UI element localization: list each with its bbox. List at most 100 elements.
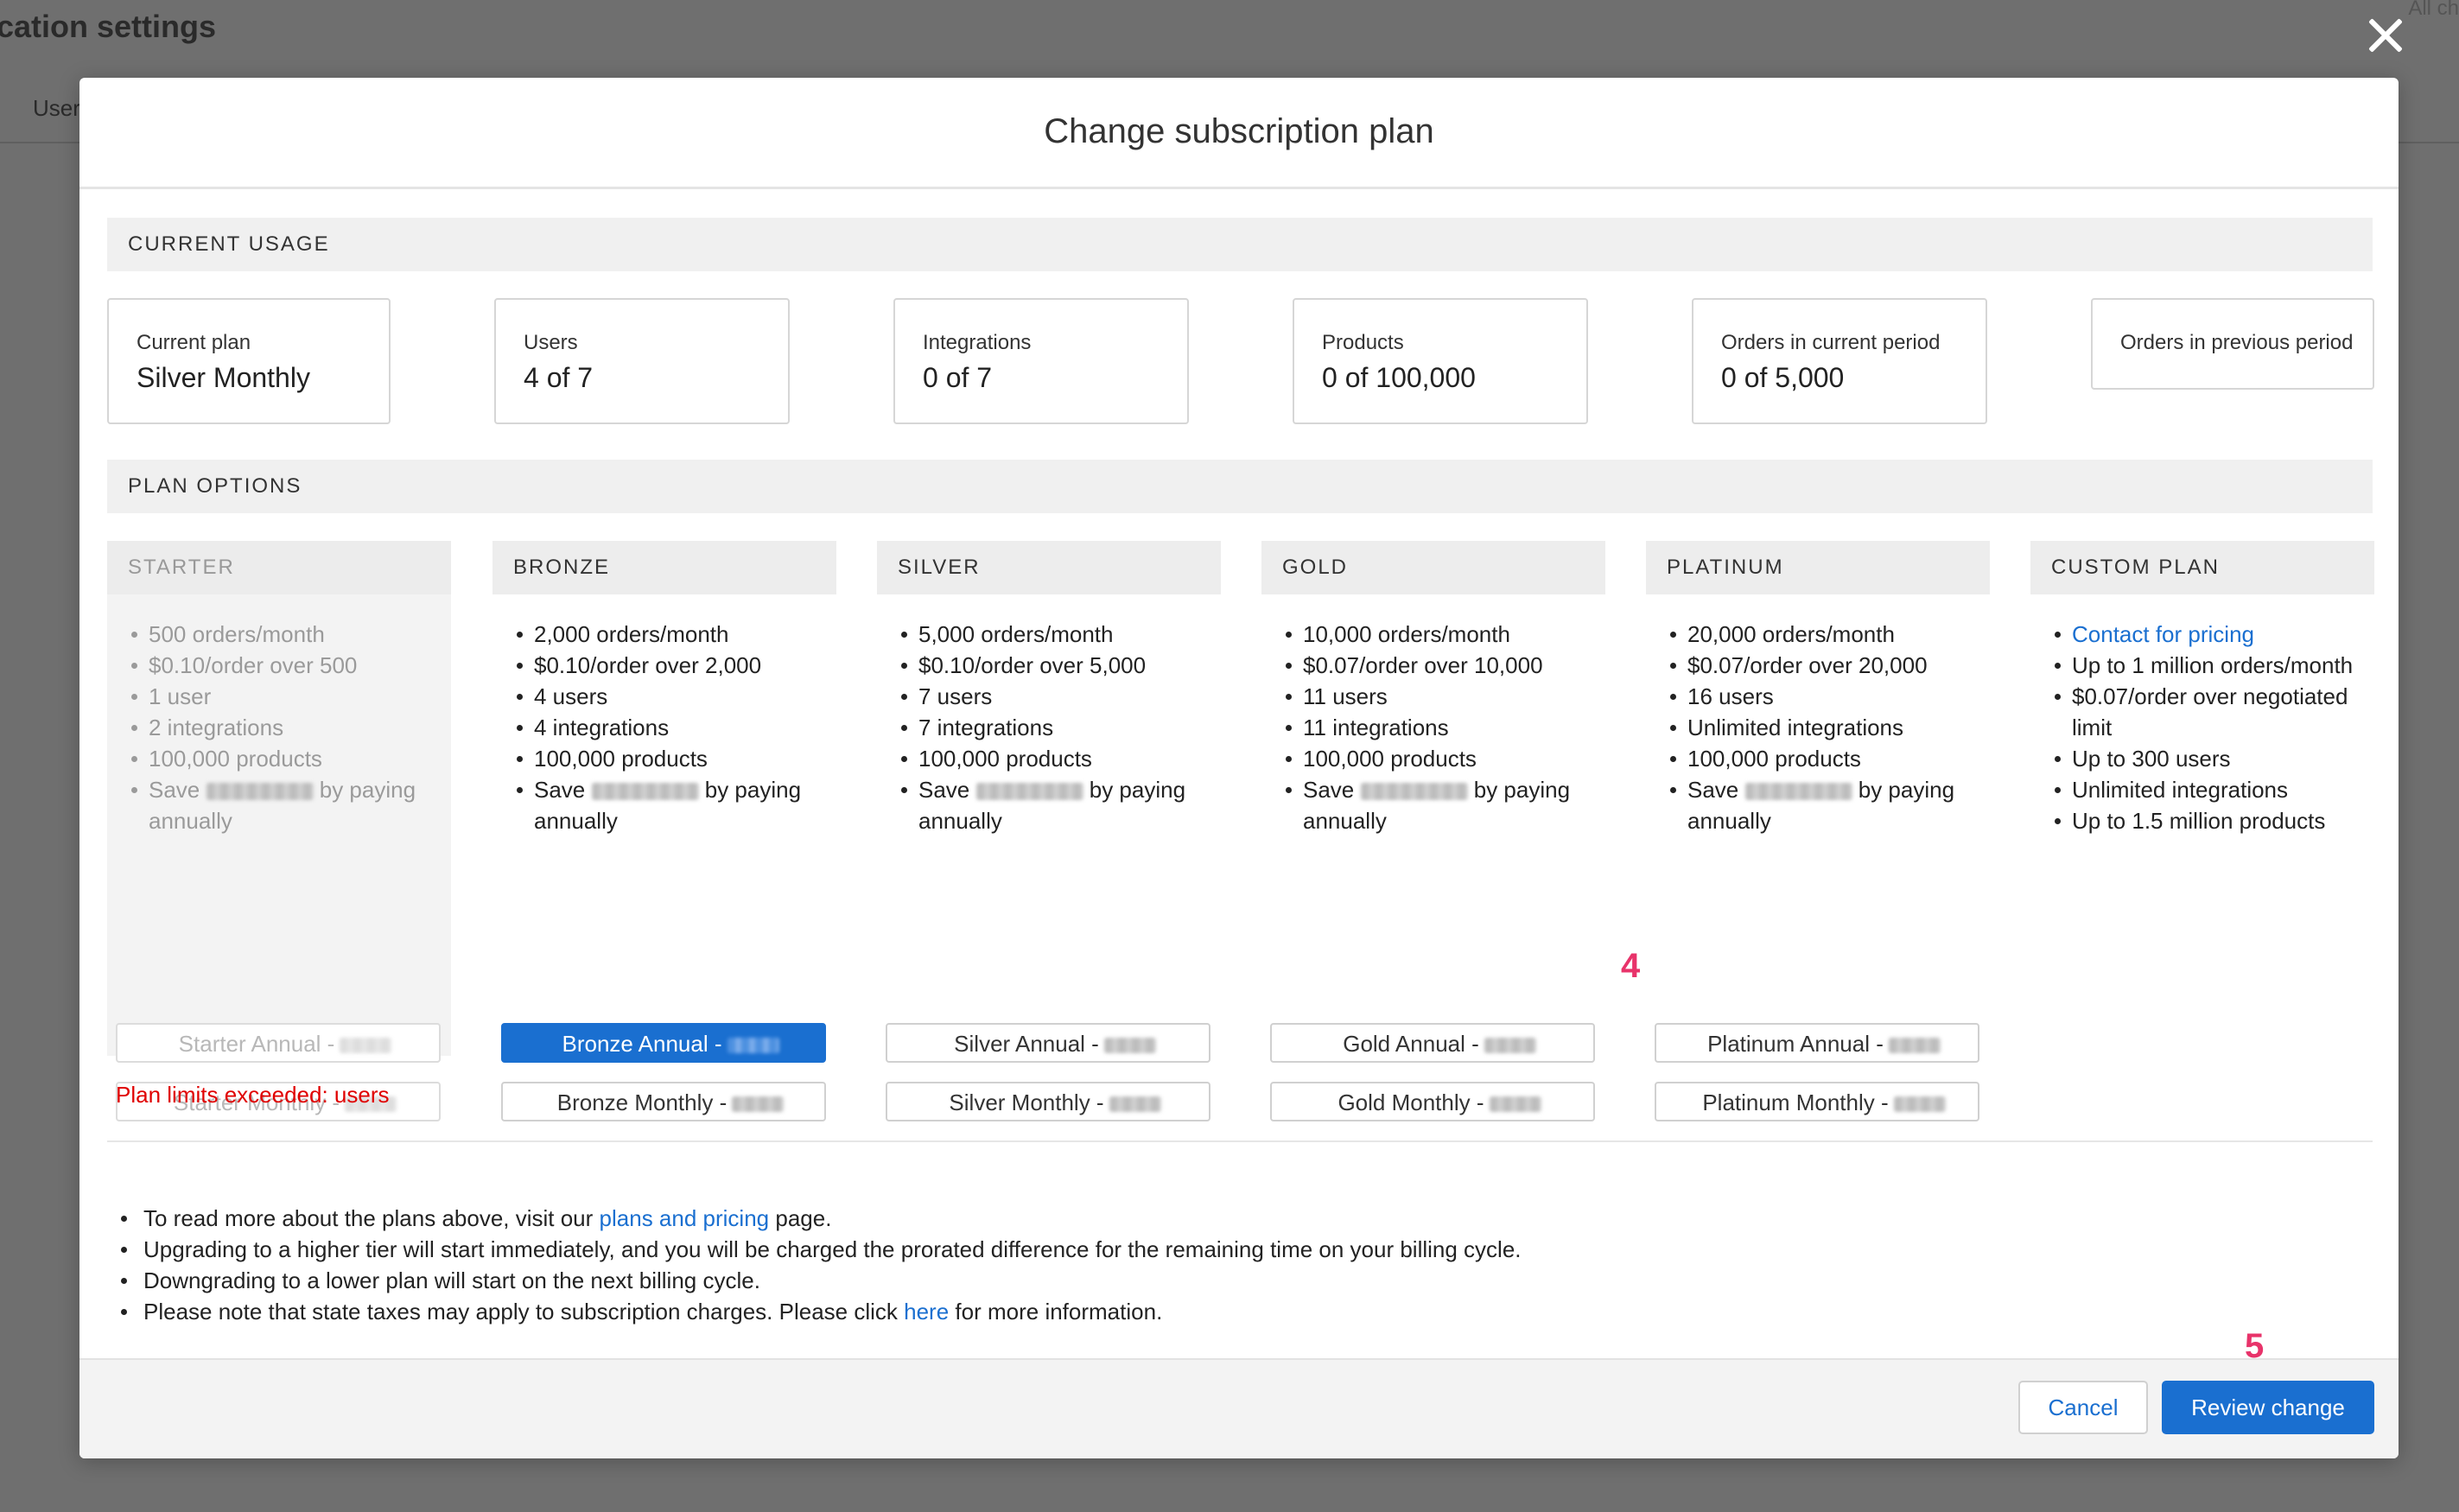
button-label: Gold Monthly - xyxy=(1338,1090,1484,1115)
tax-info-here-link[interactable]: here xyxy=(904,1299,949,1325)
plan-feature: $0.10/order over 5,000 xyxy=(898,650,1221,681)
plan-feature: 16 users xyxy=(1667,681,1990,712)
plan-feature: 100,000 products xyxy=(1667,743,1990,774)
button-label: Gold Annual - xyxy=(1343,1031,1479,1057)
plan-feature: 100,000 products xyxy=(1282,743,1605,774)
plan-features: 2,000 orders/month $0.10/order over 2,00… xyxy=(492,594,836,836)
redacted-price xyxy=(1109,1096,1161,1113)
redacted-amount xyxy=(1360,783,1468,801)
plan-column-gold: GOLD 10,000 orders/month $0.07/order ove… xyxy=(1261,541,1605,1121)
cancel-button[interactable]: Cancel xyxy=(2018,1381,2148,1434)
plan-feature: 100,000 products xyxy=(128,743,451,774)
redacted-price xyxy=(1484,1038,1536,1054)
note-item: To read more about the plans above, visi… xyxy=(121,1203,1522,1234)
plan-feature: 11 users xyxy=(1282,681,1605,712)
starter-annual-button[interactable]: Starter Annual - xyxy=(116,1023,441,1063)
usage-value: 0 of 7 xyxy=(923,362,993,393)
note-text: To read more about the plans above, visi… xyxy=(143,1205,594,1231)
plan-features: 5,000 orders/month $0.10/order over 5,00… xyxy=(877,594,1221,836)
plan-feature: $0.07/order over 10,000 xyxy=(1282,650,1605,681)
usage-card-products: Products 0 of 100,000 xyxy=(1293,298,1588,424)
note-item: Downgrading to a lower plan will start o… xyxy=(121,1265,1522,1296)
plan-name: SILVER xyxy=(877,541,1221,594)
plan-column-custom: CUSTOM PLAN Contact for pricing Up to 1 … xyxy=(2030,541,2374,836)
button-label: Bronze Annual - xyxy=(562,1031,722,1057)
plan-feature: Up to 300 users xyxy=(2051,743,2374,774)
note-text: Please note that state taxes may apply t… xyxy=(143,1299,898,1325)
plan-feature-savings: Save by paying annually xyxy=(1282,774,1605,836)
save-prefix: Save xyxy=(534,777,586,803)
plan-feature-savings: Save by paying annually xyxy=(1667,774,1990,836)
plan-limit-warning: Plan limits exceeded: users xyxy=(116,1082,390,1108)
platinum-annual-button[interactable]: Platinum Annual - xyxy=(1655,1023,1979,1063)
bronze-monthly-button[interactable]: Bronze Monthly - xyxy=(501,1082,826,1121)
plan-features: Contact for pricing Up to 1 million orde… xyxy=(2030,594,2374,836)
close-icon[interactable] xyxy=(2366,16,2405,55)
silver-monthly-button[interactable]: Silver Monthly - xyxy=(886,1082,1210,1121)
plan-feature: 20,000 orders/month xyxy=(1667,619,1990,650)
usage-label: Current plan xyxy=(137,331,251,354)
plan-feature: 11 integrations xyxy=(1282,712,1605,743)
contact-for-pricing-link[interactable]: Contact for pricing xyxy=(2072,621,2254,647)
current-usage-heading: CURRENT USAGE xyxy=(107,218,2373,271)
gold-annual-button[interactable]: Gold Annual - xyxy=(1270,1023,1595,1063)
plan-feature: $0.10/order over 2,000 xyxy=(513,650,836,681)
usage-card-users: Users 4 of 7 xyxy=(494,298,790,424)
silver-annual-button[interactable]: Silver Annual - xyxy=(886,1023,1210,1063)
plan-name: BRONZE xyxy=(492,541,836,594)
button-label: Platinum Monthly - xyxy=(1702,1090,1889,1115)
redacted-price xyxy=(732,1096,785,1113)
plan-feature: 10,000 orders/month xyxy=(1282,619,1605,650)
plan-feature: 5,000 orders/month xyxy=(898,619,1221,650)
note-text: page. xyxy=(775,1205,832,1231)
usage-label: Orders in current period xyxy=(1721,331,1941,354)
usage-label: Users xyxy=(524,331,578,354)
bronze-annual-button[interactable]: Bronze Annual - xyxy=(501,1023,826,1063)
usage-value: Silver Monthly xyxy=(137,362,310,393)
plan-feature: 7 users xyxy=(898,681,1221,712)
save-prefix: Save xyxy=(918,777,970,803)
redacted-amount xyxy=(975,783,1083,801)
usage-card-orders-current: Orders in current period 0 of 5,000 xyxy=(1692,298,1987,424)
redacted-price xyxy=(1103,1038,1156,1054)
plan-feature: 4 users xyxy=(513,681,836,712)
plan-feature-savings: Save by paying annually xyxy=(513,774,836,836)
plan-feature: 100,000 products xyxy=(513,743,836,774)
plan-feature: 7 integrations xyxy=(898,712,1221,743)
plan-feature-savings: Save by paying annually xyxy=(128,774,451,836)
plan-feature-contact: Contact for pricing xyxy=(2051,619,2374,650)
plan-feature: $0.10/order over 500 xyxy=(128,650,451,681)
review-change-button[interactable]: Review change xyxy=(2162,1381,2374,1434)
modal-footer: Cancel Review change xyxy=(79,1358,2399,1458)
plan-feature: Up to 1 million orders/month xyxy=(2051,650,2374,681)
plan-feature: $0.07/order over 20,000 xyxy=(1667,650,1990,681)
plan-feature: 500 orders/month xyxy=(128,619,451,650)
button-label: Bronze Monthly - xyxy=(556,1090,728,1115)
redacted-amount xyxy=(1744,783,1852,801)
plan-name: STARTER xyxy=(107,541,451,594)
annotation-marker-4: 4 xyxy=(1621,947,1641,985)
plan-feature: 2 integrations xyxy=(128,712,451,743)
note-item: Upgrading to a higher tier will start im… xyxy=(121,1234,1522,1265)
button-label: Silver Monthly - xyxy=(949,1090,1104,1115)
plan-column-bronze: BRONZE 2,000 orders/month $0.10/order ov… xyxy=(492,541,836,1121)
usage-label: Integrations xyxy=(923,331,1032,354)
redacted-price xyxy=(1893,1096,1946,1113)
change-plan-modal: Change subscription plan CURRENT USAGE C… xyxy=(79,78,2399,1458)
gold-monthly-button[interactable]: Gold Monthly - xyxy=(1270,1082,1595,1121)
button-label: Silver Annual - xyxy=(954,1031,1099,1057)
plans-and-pricing-link[interactable]: plans and pricing xyxy=(600,1205,770,1231)
usage-card-integrations: Integrations 0 of 7 xyxy=(893,298,1189,424)
plan-feature: 4 integrations xyxy=(513,712,836,743)
save-prefix: Save xyxy=(1687,777,1739,803)
background-corner-text: All ch xyxy=(2408,0,2459,20)
platinum-monthly-button[interactable]: Platinum Monthly - xyxy=(1655,1082,1979,1121)
redacted-price xyxy=(1888,1038,1941,1054)
redacted-amount xyxy=(206,783,314,801)
plan-features: 10,000 orders/month $0.07/order over 10,… xyxy=(1261,594,1605,836)
redacted-price xyxy=(727,1038,779,1054)
redacted-amount xyxy=(591,783,699,801)
plan-features: 500 orders/month $0.10/order over 500 1 … xyxy=(107,594,451,836)
plan-options-heading: PLAN OPTIONS xyxy=(107,460,2373,513)
plan-column-starter: STARTER 500 orders/month $0.10/order ove… xyxy=(107,541,451,1121)
